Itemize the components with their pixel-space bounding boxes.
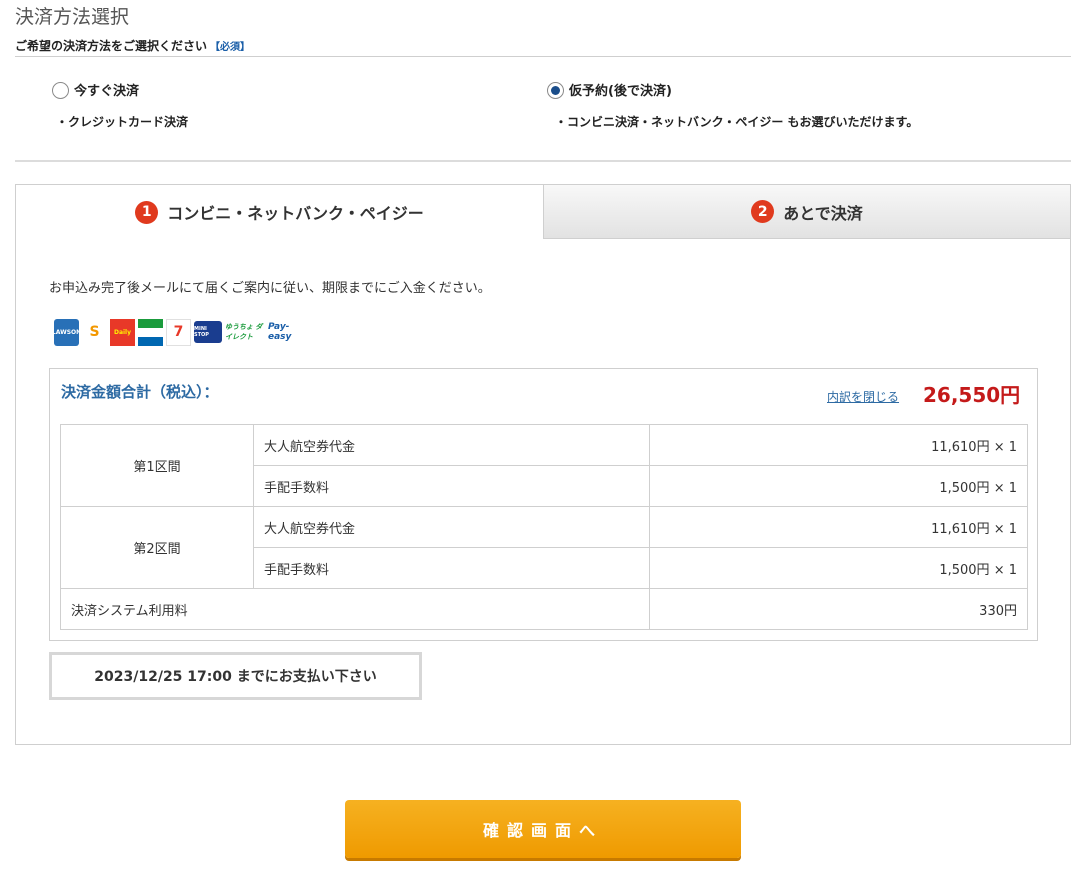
payment-panel: 1 コンビニ・ネットバンク・ペイジー 2 あとで決済 お申込み完了後メールにて届… bbox=[15, 184, 1071, 745]
item-label: 手配手数料 bbox=[253, 465, 650, 507]
item-amount: 11,610円 × 1 bbox=[649, 424, 1028, 466]
option-now-row[interactable]: 今すぐ決済 bbox=[52, 80, 188, 99]
tab-convenience-label: コンビニ・ネットバンク・ペイジー bbox=[167, 204, 424, 223]
table-row: 第1区間 大人航空券代金 11,610円 × 1 bbox=[60, 424, 1028, 507]
payment-notice: お申込み完了後メールにて届くご案内に従い、期限までにご入金ください。 bbox=[49, 281, 491, 296]
tab-pay-later[interactable]: 2 あとで決済 bbox=[543, 185, 1070, 239]
tab-bar: 1 コンビニ・ネットバンク・ペイジー 2 あとで決済 bbox=[16, 185, 1070, 239]
tab-number-badge: 2 bbox=[751, 200, 775, 223]
pay-easy-logo: Pay-easy bbox=[268, 317, 308, 347]
table-row: 第2区間 大人航空券代金 11,610円 × 1 bbox=[60, 506, 1028, 589]
tab-pay-later-label: あとで決済 bbox=[783, 203, 863, 223]
option-now-description: ・クレジットカード決済 bbox=[56, 115, 189, 129]
table-row: 決済システム利用料 330円 bbox=[60, 588, 1028, 630]
section-subtitle: ご希望の決済方法をご選択ください 【必須】 bbox=[15, 37, 250, 54]
radio-later[interactable] bbox=[547, 82, 564, 99]
item-label: 大人航空券代金 bbox=[253, 424, 650, 466]
system-fee-label: 決済システム利用料 bbox=[60, 588, 650, 630]
item-label: 大人航空券代金 bbox=[253, 506, 650, 548]
radio-now[interactable] bbox=[52, 82, 69, 99]
breakdown-table: 第1区間 大人航空券代金 11,610円 × 1 手配手数料 1,500円 × … bbox=[60, 424, 1028, 630]
payment-logos: LAWSON S Daily 7 MINI STOP ゆうちょ ダイレクト Pa… bbox=[52, 317, 308, 347]
item-amount: 1,500円 × 1 bbox=[649, 547, 1028, 589]
total-amount: 26,550円 bbox=[923, 383, 1021, 407]
segment-name: 第2区間 bbox=[60, 506, 254, 589]
payment-option-later[interactable]: 仮予約(後で決済) ・コンビニ決済・ネットバンク・ペイジー もお選びいただけます… bbox=[547, 80, 918, 130]
seicomart-logo: S bbox=[82, 318, 107, 346]
daily-yamazaki-logo: Daily bbox=[110, 318, 135, 346]
payment-due-date: 2023/12/25 17:00 までにお支払い下さい bbox=[49, 652, 422, 700]
payment-option-now[interactable]: 今すぐ決済 ・クレジットカード決済 bbox=[52, 80, 188, 130]
yucho-direct-logo: ゆうちょ ダイレクト bbox=[225, 321, 265, 343]
tab-number-badge: 1 bbox=[135, 200, 159, 224]
lawson-logo: LAWSON bbox=[52, 318, 81, 346]
divider bbox=[15, 56, 1071, 57]
confirm-button[interactable]: 確認画面へ bbox=[345, 800, 741, 858]
payment-summary: 決済金額合計（税込）： 内訳を閉じる 26,550円 第1区間 大人航空券代金 … bbox=[49, 368, 1038, 641]
option-now-label[interactable]: 今すぐ決済 bbox=[74, 80, 139, 99]
item-amount: 11,610円 × 1 bbox=[649, 506, 1028, 548]
page-title: 決済方法選択 bbox=[15, 6, 130, 28]
option-later-row[interactable]: 仮予約(後で決済) bbox=[547, 80, 918, 99]
system-fee-amount: 330円 bbox=[649, 588, 1028, 630]
option-later-label[interactable]: 仮予約(後で決済) bbox=[569, 80, 672, 99]
ministop-logo: MINI STOP bbox=[194, 321, 222, 343]
option-later-description: ・コンビニ決済・ネットバンク・ペイジー もお選びいただけます。 bbox=[555, 115, 919, 129]
familymart-logo bbox=[138, 318, 163, 346]
close-breakdown-link[interactable]: 内訳を閉じる bbox=[827, 388, 899, 405]
segment-name: 第1区間 bbox=[60, 424, 254, 507]
tab-convenience[interactable]: 1 コンビニ・ネットバンク・ペイジー bbox=[16, 185, 543, 239]
subtitle-text: ご希望の決済方法をご選択ください bbox=[15, 39, 208, 53]
summary-title: 決済金額合計（税込）： bbox=[61, 383, 219, 401]
item-label: 手配手数料 bbox=[253, 547, 650, 589]
seven-eleven-logo: 7 bbox=[166, 318, 191, 346]
item-amount: 1,500円 × 1 bbox=[649, 465, 1028, 507]
divider bbox=[15, 160, 1071, 162]
required-tag: 【必須】 bbox=[210, 42, 251, 53]
